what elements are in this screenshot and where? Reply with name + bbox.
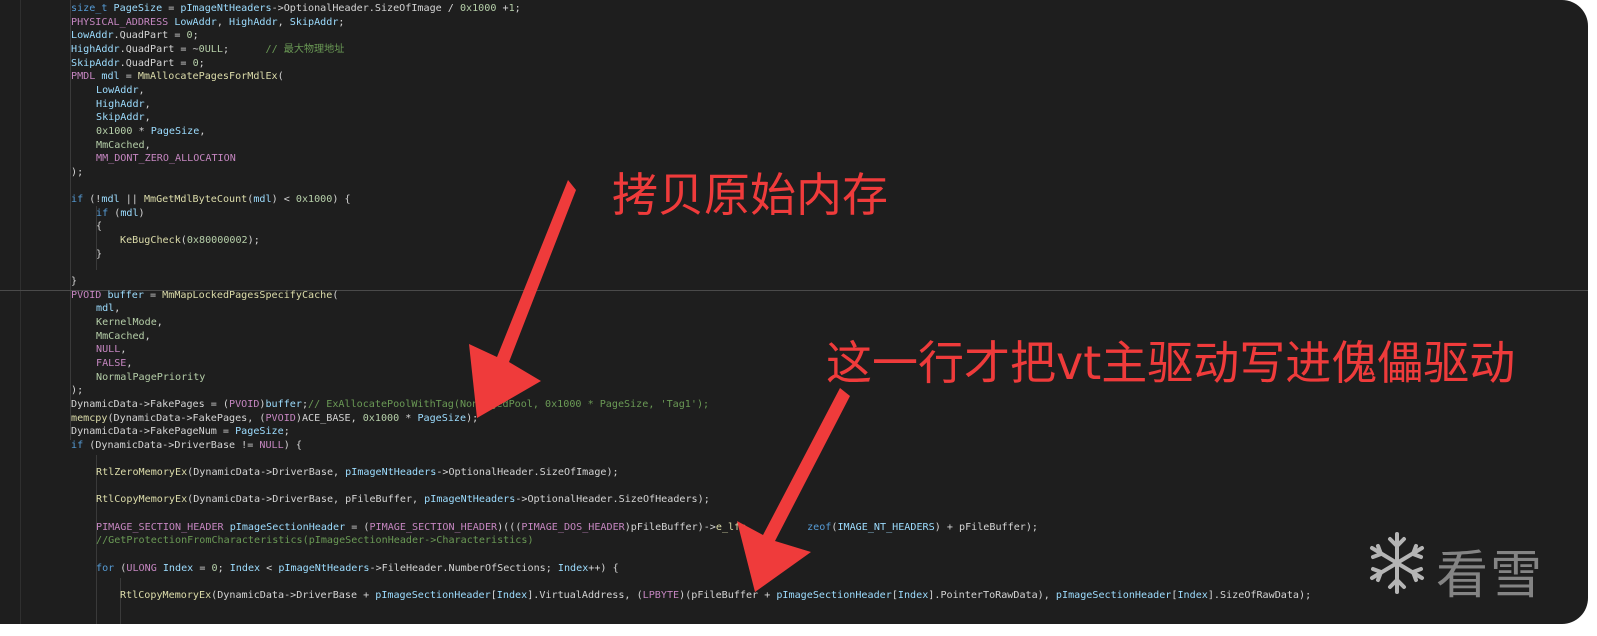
arrow-write-driver bbox=[737, 388, 850, 592]
arrow-copy-memory bbox=[469, 180, 576, 418]
watermark-text: 看雪 bbox=[1436, 546, 1545, 606]
annotation-copy-memory: 拷贝原始内存 bbox=[612, 168, 888, 222]
annotation-write-driver: 这一行才把vt主驱动写进傀儡驱动 bbox=[826, 336, 1516, 390]
snowflake-icon bbox=[1370, 532, 1424, 594]
annotation-arrows bbox=[469, 180, 850, 592]
